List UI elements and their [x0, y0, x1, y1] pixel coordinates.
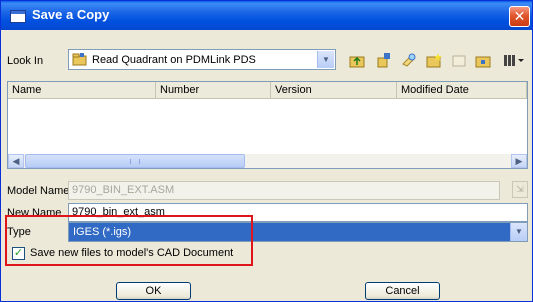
new-folder-icon[interactable] — [426, 52, 442, 68]
chevron-down-icon[interactable]: ▼ — [317, 51, 334, 68]
look-in-dropdown[interactable]: Read Quadrant on PDMLink PDS ▼ — [68, 49, 336, 70]
model-name-field: 9790_BIN_EXT.ASM — [68, 181, 500, 200]
title-bar[interactable]: Save a Copy ✕ — [1, 1, 532, 30]
ok-button[interactable]: OK — [116, 282, 191, 300]
save-a-copy-dialog: Save a Copy ✕ Look In Read Quadrant on P… — [0, 0, 533, 302]
column-header-modified-date[interactable]: Modified Date — [397, 82, 527, 99]
column-header-version[interactable]: Version — [271, 82, 397, 99]
scroll-right-icon[interactable]: ▶ — [511, 154, 527, 168]
scroll-thumb[interactable] — [25, 154, 245, 168]
workspace-icon[interactable] — [451, 52, 467, 68]
network-icon[interactable] — [376, 52, 392, 68]
annotation-highlight-box — [5, 215, 253, 266]
column-header-number[interactable]: Number — [156, 82, 271, 99]
cancel-button[interactable]: Cancel — [365, 282, 440, 300]
close-icon: ✕ — [513, 8, 526, 24]
horizontal-scrollbar[interactable]: ◀ ▶ — [8, 154, 527, 168]
view-menu-icon[interactable] — [503, 52, 525, 68]
look-in-label: Look In — [7, 55, 44, 67]
scroll-left-icon[interactable]: ◀ — [8, 154, 24, 168]
home-icon[interactable] — [475, 52, 491, 68]
model-name-browse-icon: ⇲ — [512, 181, 528, 198]
close-button[interactable]: ✕ — [509, 6, 530, 27]
look-in-value: Read Quadrant on PDMLink PDS — [92, 54, 256, 66]
file-list[interactable]: Name Number Version Modified Date ◀ ▶ — [7, 81, 528, 169]
dialog-title: Save a Copy — [32, 7, 110, 22]
column-header-name[interactable]: Name — [8, 82, 156, 99]
search-icon[interactable] — [401, 52, 417, 68]
window-icon — [10, 10, 26, 23]
model-name-label: Model Name — [7, 185, 70, 197]
up-folder-icon[interactable] — [349, 52, 365, 68]
chevron-down-icon[interactable]: ▼ — [510, 223, 527, 241]
pdmlink-folder-icon — [72, 53, 87, 66]
